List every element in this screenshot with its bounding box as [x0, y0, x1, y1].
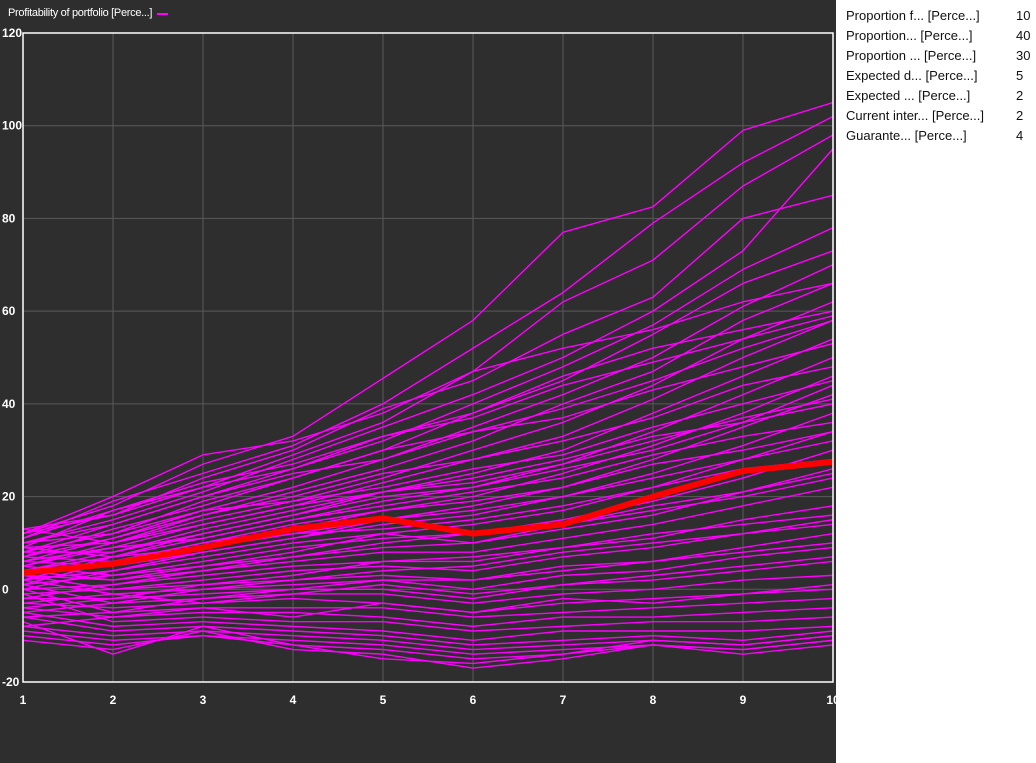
parameter-row[interactable]: Proportion... [Perce...] 40: [846, 28, 1036, 48]
legend-label: Profitability of portfolio [Perce...]: [8, 7, 153, 19]
parameter-row[interactable]: Proportion f... [Perce...] 10: [846, 8, 1036, 28]
parameter-row[interactable]: Expected d... [Perce...] 5: [846, 68, 1036, 88]
y-tick-label: 60: [2, 304, 16, 318]
x-tick-label: 6: [470, 693, 477, 707]
parameter-label: Expected d... [Perce...]: [846, 68, 978, 83]
parameter-row[interactable]: Current inter... [Perce...] 2: [846, 108, 1036, 128]
legend-swatch: [157, 12, 169, 15]
x-tick-label: 10: [826, 693, 836, 707]
parameter-label: Expected ... [Perce...]: [846, 88, 971, 103]
parameter-value: 4: [1016, 128, 1024, 143]
parameter-label: Guarante... [Perce...]: [846, 128, 967, 143]
parameter-label: Proportion... [Perce...]: [846, 28, 973, 43]
y-tick-label: 100: [2, 119, 22, 133]
chart-panel: 120 100 80 60 40 20 0 -20 1 2 3 4 5 6 7 8 9 10 Profitabi…: [0, 0, 836, 763]
y-tick-label: 80: [2, 211, 16, 225]
line-chart: 120 100 80 60 40 20 0 -20 1 2 3 4 5 6 7 8 9 10: [2, 26, 836, 707]
x-tick-label: 9: [740, 693, 747, 707]
parameter-value: 30: [1016, 48, 1031, 63]
parameter-row[interactable]: Proportion ... [Perce...] 30: [846, 48, 1036, 68]
parameter-row[interactable]: Guarante... [Perce...] 4: [846, 128, 1036, 148]
x-axis-ticks: 1 2 3 4 5 6 7 8 9 10: [20, 693, 836, 707]
series-layer: [23, 101, 833, 669]
simulation-line: [23, 458, 833, 558]
legend[interactable]: Profitability of portfolio [Perce...]: [8, 7, 169, 19]
x-tick-label: 4: [290, 693, 297, 707]
parameter-label: Proportion f... [Perce...]: [846, 8, 980, 23]
x-tick-label: 7: [560, 693, 567, 707]
parameter-value: 40: [1016, 28, 1031, 43]
parameter-value: 2: [1016, 88, 1024, 103]
parameter-label: Proportion ... [Perce...]: [846, 48, 977, 63]
parameter-value: 2: [1016, 108, 1024, 123]
parameters-panel: Proportion f... [Perce...] 10 Proportion..…: [836, 0, 1036, 763]
y-tick-label: 120: [2, 26, 22, 40]
x-tick-label: 2: [110, 693, 117, 707]
x-tick-label: 1: [20, 693, 27, 707]
parameter-value: 10: [1016, 8, 1031, 23]
y-tick-label: -20: [2, 675, 20, 689]
parameter-label: Current inter... [Perce...]: [846, 108, 984, 123]
x-tick-label: 5: [380, 693, 387, 707]
simulation-line: [23, 148, 833, 544]
x-tick-label: 8: [650, 693, 657, 707]
y-axis-ticks: 120 100 80 60 40 20 0 -20: [2, 26, 22, 689]
simulation-line: [23, 412, 833, 567]
parameter-row[interactable]: Expected ... [Perce...] 2: [846, 88, 1036, 108]
y-tick-label: 40: [2, 397, 16, 411]
parameter-value: 5: [1016, 68, 1024, 83]
y-tick-label: 0: [2, 582, 9, 596]
x-tick-label: 3: [200, 693, 207, 707]
y-tick-label: 20: [2, 490, 16, 504]
